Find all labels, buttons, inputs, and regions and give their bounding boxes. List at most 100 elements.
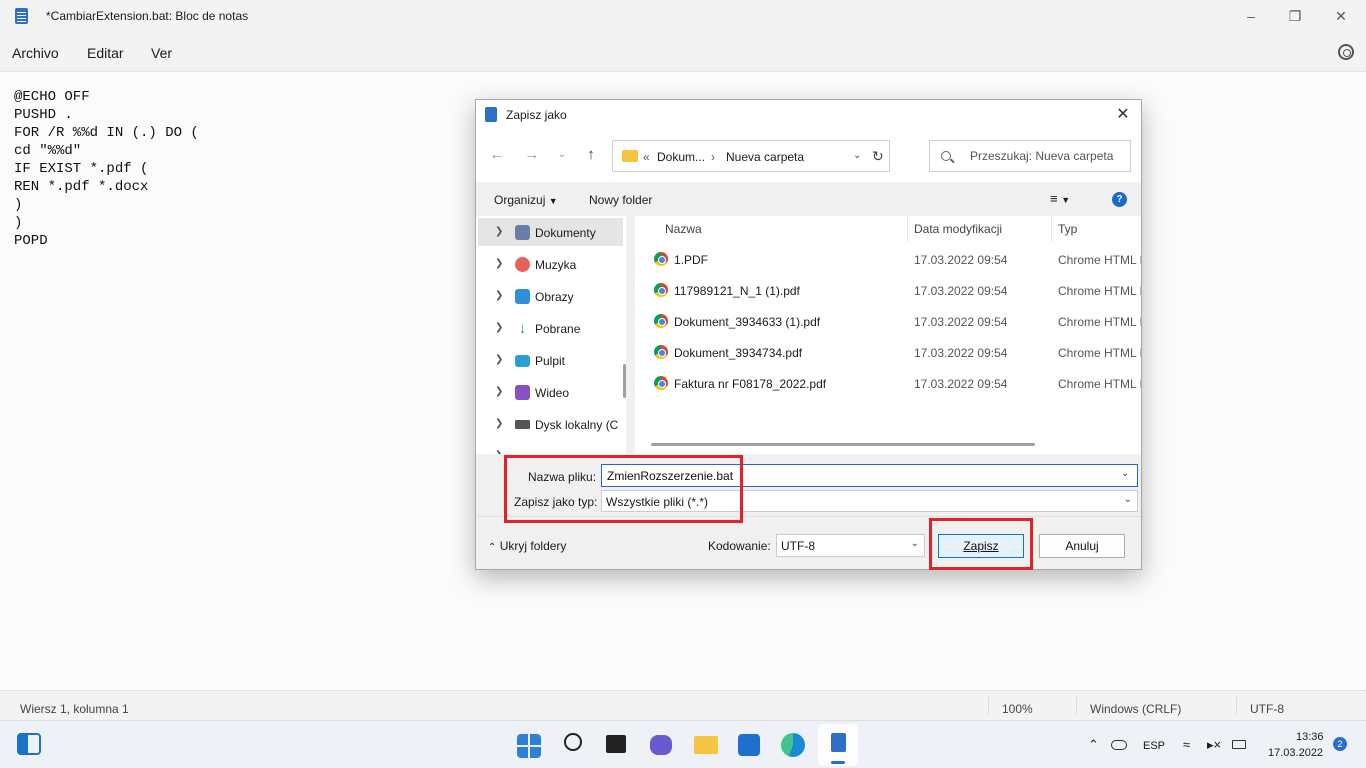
nav-item-label: Obrazy <box>535 290 574 304</box>
expand-chevron-icon[interactable]: ❯ <box>495 322 503 333</box>
expand-chevron-icon[interactable]: ❯ <box>495 226 503 237</box>
column-header-type[interactable]: Typ <box>1058 222 1077 236</box>
chevron-up-icon: ⌃ <box>488 542 497 553</box>
menu-ver[interactable]: Ver <box>151 45 172 61</box>
code-line: IF EXIST *.pdf ( <box>14 161 149 177</box>
search-input[interactable] <box>970 149 1125 163</box>
nav-item-muzyka[interactable]: ❯ Muzyka <box>478 250 623 278</box>
wifi-icon[interactable]: ≈ <box>1183 737 1190 752</box>
task-view-icon[interactable] <box>606 735 626 753</box>
nav-item-label: Dokumenty <box>535 226 596 240</box>
chrome-pdf-icon <box>654 376 668 390</box>
notepad-taskbar-button[interactable] <box>818 724 858 766</box>
nav-item-obrazy[interactable]: ❯ Obrazy <box>478 282 623 310</box>
file-type: Chrome HTML D <box>1058 284 1141 298</box>
column-divider[interactable] <box>907 216 908 242</box>
search-box[interactable] <box>929 140 1131 172</box>
nav-item-label: Dysk lokalny (C <box>535 418 619 432</box>
nav-item-dokumenty[interactable]: ❯ Dokumenty <box>478 218 623 246</box>
clock-time[interactable]: 13:36 <box>1296 731 1324 743</box>
nav-item-label: Muzyka <box>535 258 577 272</box>
nav-item-pulpit[interactable]: ❯ Pulpit <box>478 346 623 374</box>
menu-editar[interactable]: Editar <box>87 45 124 61</box>
horizontal-scrollbar[interactable] <box>651 443 1035 446</box>
breadcrumb-dokumenty[interactable]: Dokum... <box>657 150 705 164</box>
file-row[interactable]: 117989121_N_1 (1).pdf 17.03.2022 09:54 C… <box>635 275 1141 306</box>
refresh-icon[interactable]: ↻ <box>872 148 884 165</box>
chrome-pdf-icon <box>654 345 668 359</box>
expand-chevron-icon[interactable]: ❯ <box>495 258 503 269</box>
chat-icon[interactable] <box>650 735 672 755</box>
column-header-modified[interactable]: Data modyfikacji <box>914 222 1002 236</box>
view-options-icon[interactable]: ≡ ▼ <box>1050 191 1070 206</box>
breadcrumb-current[interactable]: Nueva carpeta <box>726 150 804 164</box>
breadcrumb-separator: › <box>711 150 715 164</box>
onedrive-icon[interactable] <box>1111 740 1127 750</box>
nav-item-pobrane[interactable]: ❯ ↓ Pobrane <box>478 314 623 342</box>
nav-item-dysk-lokalny[interactable]: ❯ Dysk lokalny (C <box>478 410 623 438</box>
notification-badge[interactable]: 2 <box>1333 737 1347 751</box>
expand-chevron-icon[interactable]: ❯ <box>495 354 503 365</box>
column-divider[interactable] <box>1051 216 1052 242</box>
file-encoding: UTF-8 <box>1250 702 1284 716</box>
search-icon <box>941 151 951 161</box>
address-bar[interactable]: « Dokum... › Nueva carpeta ⌄ ↻ <box>612 140 890 172</box>
expand-chevron-icon[interactable]: ❯ <box>495 418 503 429</box>
file-explorer-icon[interactable] <box>694 736 718 754</box>
pictures-icon <box>515 289 530 304</box>
encoding-select[interactable]: UTF-8 ⌄ <box>776 534 925 557</box>
folder-icon <box>622 150 638 162</box>
column-header-name[interactable]: Nazwa <box>665 222 702 236</box>
file-modified: 17.03.2022 09:54 <box>914 377 1008 391</box>
hide-folders-label: Ukryj foldery <box>499 539 567 553</box>
hide-folders-button[interactable]: ⌃ Ukryj foldery <box>488 539 566 553</box>
organize-dropdown-icon: ▼ <box>548 196 558 206</box>
dialog-close-icon[interactable]: ✕ <box>1111 103 1135 127</box>
expand-chevron-icon[interactable]: ❯ <box>495 386 503 397</box>
expand-chevron-icon[interactable]: ❯ <box>495 290 503 301</box>
file-row[interactable]: Dokument_3934633 (1).pdf 17.03.2022 09:5… <box>635 306 1141 337</box>
highlight-box-save <box>929 518 1033 570</box>
file-row[interactable]: Dokument_3934734.pdf 17.03.2022 09:54 Ch… <box>635 337 1141 368</box>
organize-button[interactable]: Organizuj ▼ <box>494 193 558 207</box>
nav-item-more[interactable]: ❯ <box>478 442 623 454</box>
nav-scrollbar[interactable] <box>623 364 626 398</box>
recent-chevron-icon[interactable]: ⌄ <box>553 146 571 164</box>
clock-date[interactable]: 17.03.2022 <box>1268 747 1323 759</box>
address-dropdown-icon[interactable]: ⌄ <box>853 150 861 161</box>
help-icon[interactable]: ? <box>1112 192 1127 207</box>
up-arrow-icon[interactable]: ↑ <box>582 146 600 164</box>
minimize-button[interactable]: – <box>1228 0 1274 32</box>
nav-item-label: Pulpit <box>535 354 566 368</box>
battery-icon[interactable] <box>1232 740 1246 749</box>
code-line: FOR /R %%d IN (.) DO ( <box>14 125 199 141</box>
language-indicator[interactable]: ESP <box>1143 740 1165 752</box>
edge-icon[interactable] <box>781 733 805 757</box>
nav-item-wideo[interactable]: ❯ Wideo <box>478 378 623 406</box>
file-name: Dokument_3934633 (1).pdf <box>674 315 821 329</box>
volume-muted-icon[interactable]: ▸× <box>1207 737 1221 753</box>
store-icon[interactable] <box>738 734 760 756</box>
file-modified: 17.03.2022 09:54 <box>914 346 1008 360</box>
widgets-icon[interactable] <box>17 733 41 755</box>
cancel-button[interactable]: Anuluj <box>1039 534 1125 558</box>
file-list: Nazwa ⌃ Data modyfikacji Typ 1.PDF 17.03… <box>635 216 1141 454</box>
search-taskbar-icon[interactable] <box>564 733 582 751</box>
code-line: PUSHD . <box>14 107 73 123</box>
close-button[interactable]: ✕ <box>1318 0 1364 32</box>
command-bar: Organizuj ▼ Nowy folder ≡ ▼ ? <box>476 182 1141 216</box>
settings-gear-icon[interactable] <box>1338 44 1354 60</box>
zoom-level: 100% <box>1002 702 1033 716</box>
chevron-up-icon[interactable]: ⌃ <box>1088 737 1099 753</box>
filetype-dropdown-icon: ⌄ <box>1123 494 1132 505</box>
sort-ascending-icon: ⌃ <box>781 216 790 224</box>
file-row[interactable]: Faktura nr F08178_2022.pdf 17.03.2022 09… <box>635 368 1141 399</box>
back-arrow-icon[interactable]: ← <box>488 146 506 164</box>
forward-arrow-icon[interactable]: → <box>523 146 541 164</box>
filename-dropdown-icon[interactable]: ⌄ <box>1121 468 1129 479</box>
maximize-button[interactable]: ❐ <box>1272 0 1318 32</box>
menu-archivo[interactable]: Archivo <box>12 45 59 61</box>
start-icon[interactable] <box>517 734 541 758</box>
new-folder-button[interactable]: Nowy folder <box>589 193 652 207</box>
file-row[interactable]: 1.PDF 17.03.2022 09:54 Chrome HTML D <box>635 244 1141 275</box>
